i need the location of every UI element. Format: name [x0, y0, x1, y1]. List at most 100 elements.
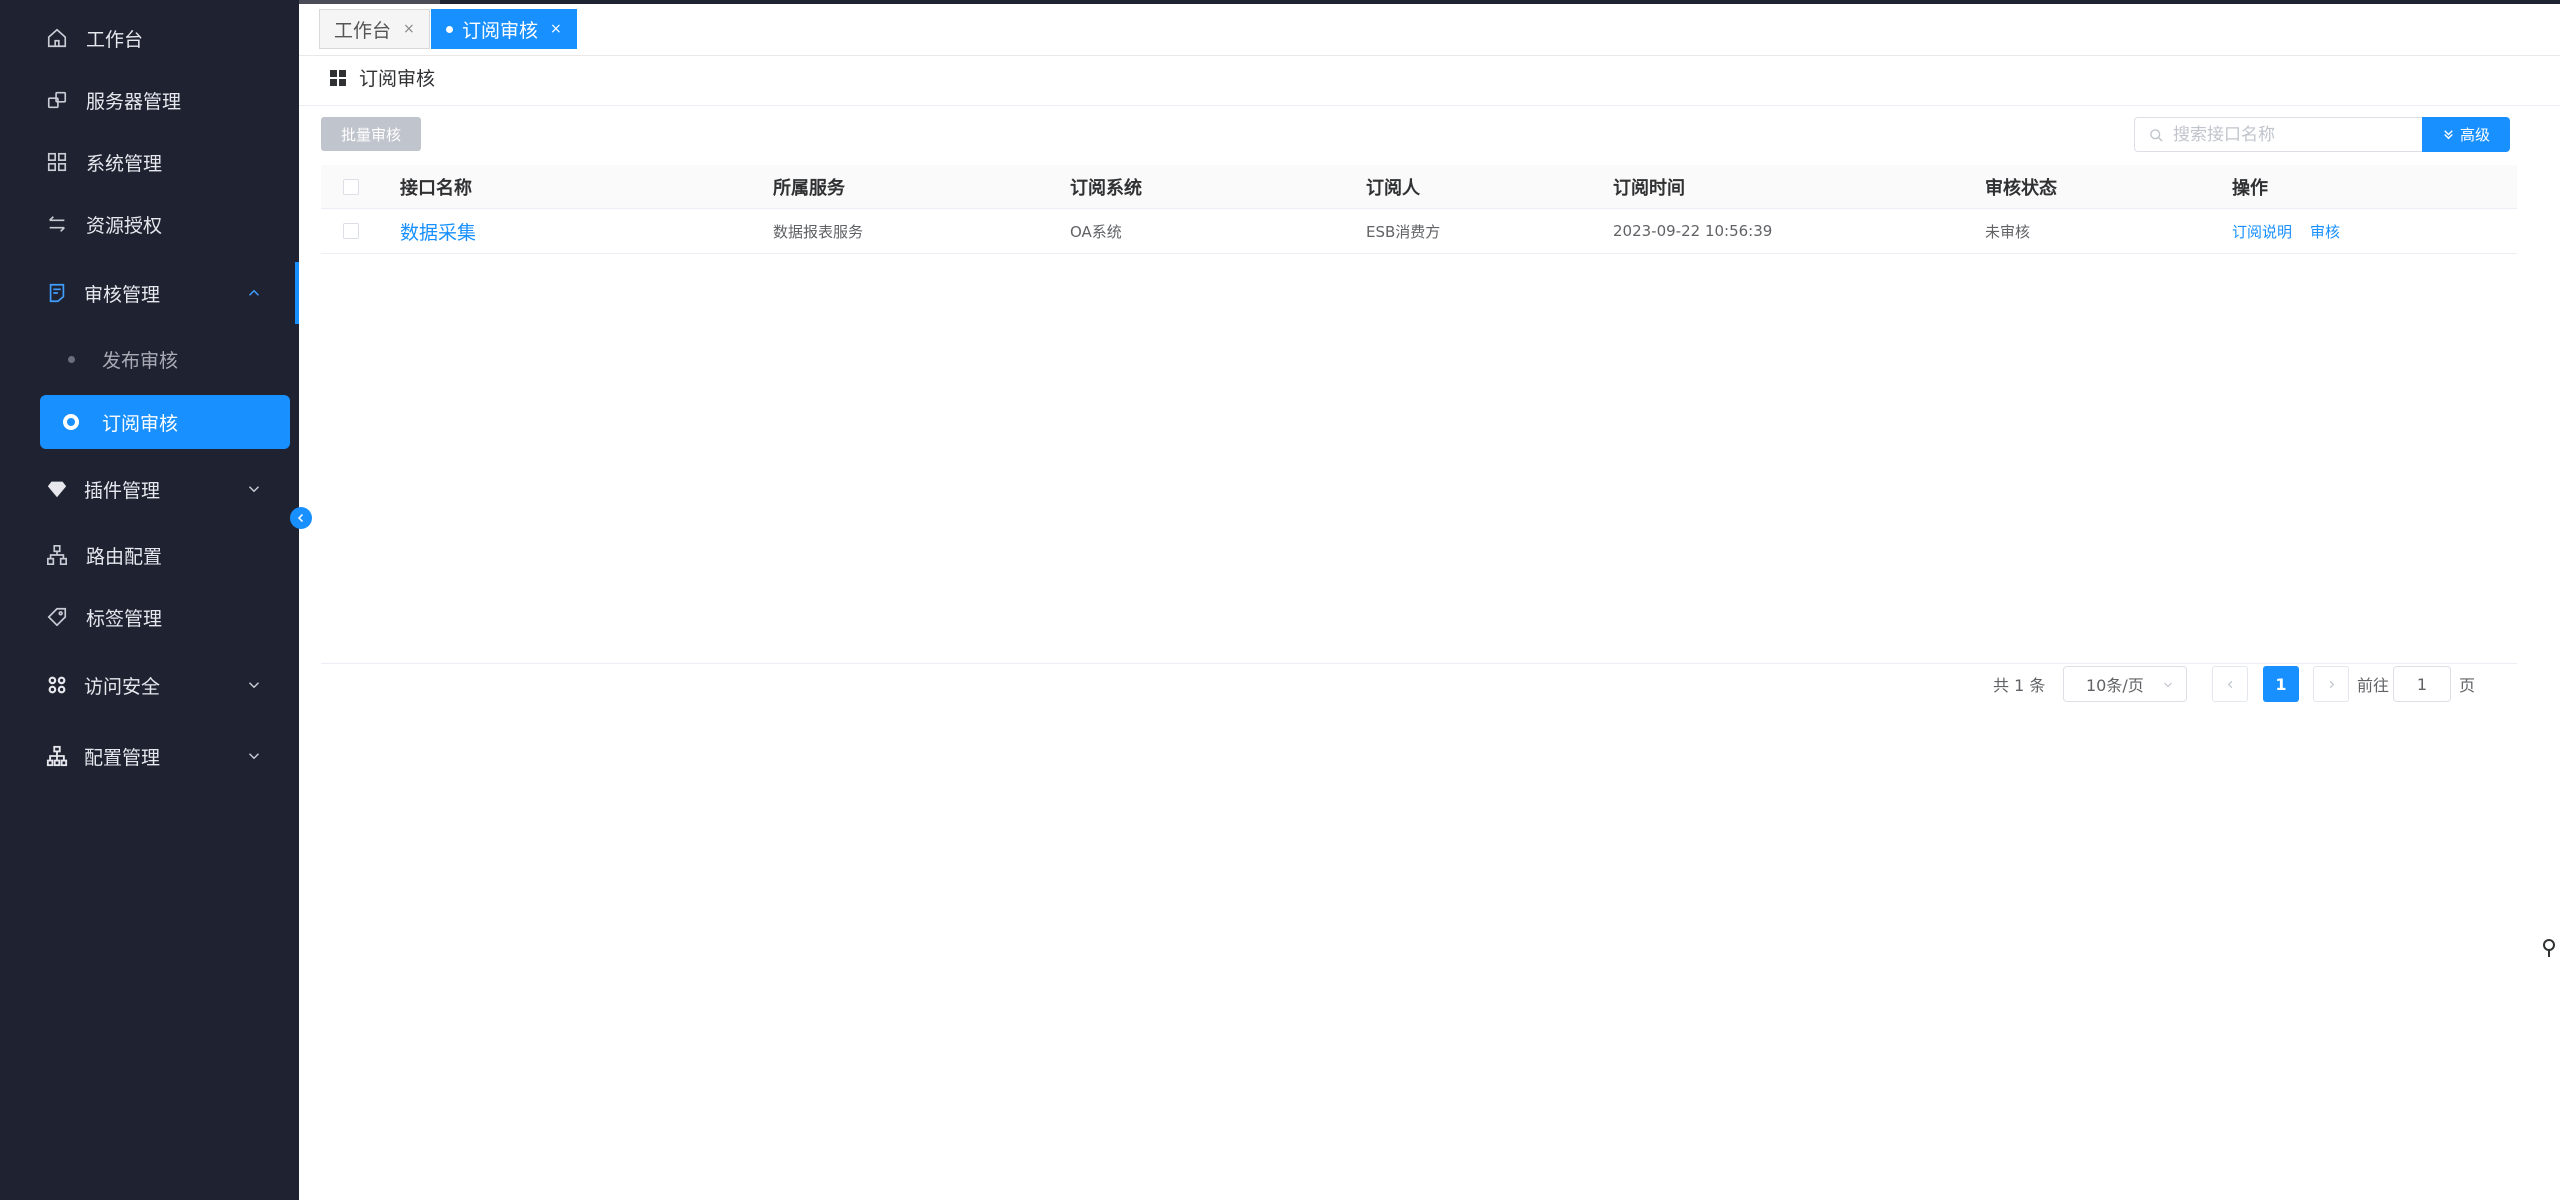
app-root: 工作台 服务器管理 系统管理 资源授权 审核管理 发布审核 订阅审核 插件管理 … [0, 0, 2560, 1200]
search-icon [2150, 129, 2163, 142]
sidebar-item-resource-auth[interactable]: 资源授权 [0, 197, 299, 251]
row-select-cell [321, 209, 381, 253]
org-chart-icon [46, 745, 68, 767]
server-icon [46, 89, 68, 111]
grid-icon [330, 70, 346, 86]
sidebar-collapse-button[interactable] [290, 507, 312, 529]
goto-label: 前往 [2357, 676, 2390, 695]
tabs-bar: 工作台 × 订阅审核 × [299, 4, 2560, 56]
route-icon [46, 544, 68, 566]
goto-page-input[interactable] [2393, 666, 2451, 702]
sidebar: 工作台 服务器管理 系统管理 资源授权 审核管理 发布审核 订阅审核 插件管理 … [0, 0, 299, 1200]
sidebar-item-access-security[interactable]: 访问安全 [0, 658, 299, 712]
double-chevron-down-icon [2444, 130, 2453, 140]
sidebar-item-label: 标签管理 [86, 607, 163, 630]
sidebar-item-label: 路由配置 [86, 545, 163, 568]
sidebar-item-system-management[interactable]: 系统管理 [0, 135, 299, 189]
sidebar-item-label: 访问安全 [84, 675, 161, 698]
page-number-button[interactable]: 1 [2263, 666, 2299, 702]
home-icon [46, 27, 68, 49]
sidebar-item-label: 工作台 [86, 28, 144, 51]
active-indicator [295, 262, 299, 324]
system-cell: OA系统 [1070, 222, 1122, 241]
search-input[interactable] [2173, 122, 2413, 148]
sidebar-subitem-label: 发布审核 [102, 349, 179, 372]
column-header: 订阅时间 [1613, 177, 1685, 199]
sidebar-item-label: 配置管理 [84, 746, 161, 769]
sidebar-subitem-publish-audit[interactable]: 发布审核 [40, 332, 290, 386]
interface-name-cell: 数据采集 [400, 209, 476, 253]
column-header: 订阅人 [1366, 177, 1420, 199]
audit-icon [46, 282, 68, 304]
sidebar-subitem-subscription-audit[interactable]: 订阅审核 [40, 395, 290, 449]
sidebar-item-label: 资源授权 [86, 214, 163, 237]
next-page-button[interactable] [2313, 666, 2349, 702]
row-checkbox[interactable] [343, 223, 359, 239]
column-header: 操作 [2232, 177, 2268, 199]
sidebar-subitem-label: 订阅审核 [102, 412, 179, 435]
sidebar-item-workbench[interactable]: 工作台 [0, 11, 299, 65]
prev-page-button[interactable] [2212, 666, 2248, 702]
actions-cell: 订阅说明 审核 [2232, 209, 2358, 253]
advanced-search-button[interactable]: 高级 [2422, 117, 2510, 152]
sidebar-item-audit-management[interactable]: 审核管理 [0, 266, 299, 320]
column-header: 订阅系统 [1070, 177, 1142, 199]
radio-ring-icon [63, 414, 79, 430]
audit-link[interactable]: 审核 [2310, 221, 2340, 242]
sidebar-item-tag-management[interactable]: 标签管理 [0, 590, 299, 644]
diamond-icon [46, 478, 68, 500]
chevron-down-icon [2164, 682, 2172, 688]
column-header: 审核状态 [1985, 177, 2057, 199]
tab-workbench[interactable]: 工作台 × [319, 9, 430, 49]
transfer-icon [46, 213, 68, 235]
chevron-left-icon [2227, 680, 2232, 688]
close-icon[interactable]: × [550, 21, 562, 37]
sidebar-item-label: 插件管理 [84, 479, 161, 502]
service-cell: 数据报表服务 [773, 222, 864, 241]
close-icon[interactable]: × [403, 21, 415, 37]
tab-label: 工作台 [334, 19, 392, 42]
tab-label: 订阅审核 [462, 19, 539, 42]
tag-icon [46, 606, 68, 628]
sidebar-item-server-management[interactable]: 服务器管理 [0, 73, 299, 127]
chevron-down-icon [248, 682, 260, 689]
sidebar-item-route-config[interactable]: 路由配置 [0, 528, 299, 582]
search-box [2134, 117, 2422, 152]
sidebar-item-plugin-management[interactable]: 插件管理 [0, 462, 299, 516]
sidebar-item-label: 审核管理 [84, 283, 161, 306]
page-size-select[interactable]: 10条/页 [2063, 666, 2187, 702]
active-dot-icon [446, 25, 453, 33]
advanced-label: 高级 [2459, 126, 2490, 144]
subscriber-cell: ESB消费方 [1366, 222, 1441, 241]
time-cell: 2023-09-22 10:56:39 [1613, 222, 1773, 240]
apps-icon [46, 674, 68, 696]
page-header: 订阅审核 [299, 56, 2560, 106]
subscription-note-link[interactable]: 订阅说明 [2232, 221, 2292, 242]
grid-icon [46, 151, 68, 173]
column-header: 所属服务 [773, 177, 845, 199]
table-row: 数据采集 数据报表服务 OA系统 ESB消费方 2023-09-22 10:56… [321, 209, 2517, 254]
chevron-up-icon [248, 289, 260, 296]
page-size-value: 10条/页 [2086, 676, 2144, 695]
chevron-down-icon [248, 486, 260, 493]
header-select-cell [321, 165, 381, 208]
sidebar-item-label: 服务器管理 [86, 90, 182, 113]
chevron-down-icon [248, 753, 260, 760]
sidebar-item-label: 系统管理 [86, 152, 163, 175]
status-cell: 未审核 [1985, 222, 2031, 241]
tab-subscription-audit[interactable]: 订阅审核 × [431, 9, 577, 49]
page-title: 订阅审核 [359, 68, 436, 90]
location-pin-icon [2543, 939, 2555, 957]
select-all-checkbox[interactable] [343, 178, 359, 195]
page-suffix: 页 [2459, 676, 2476, 695]
chevron-right-icon [2329, 680, 2334, 688]
sidebar-item-config-management[interactable]: 配置管理 [0, 729, 299, 783]
pagination-total: 共 1 条 [1993, 676, 2046, 695]
table-header: 接口名称 所属服务 订阅系统 订阅人 订阅时间 审核状态 操作 [321, 165, 2517, 209]
bullet-icon [68, 355, 75, 363]
column-header: 接口名称 [400, 177, 472, 199]
chevron-left-icon [297, 513, 304, 523]
batch-audit-button[interactable]: 批量审核 [321, 117, 421, 151]
interface-name-link[interactable]: 数据采集 [400, 218, 476, 245]
table-bottom-divider [321, 663, 2517, 664]
